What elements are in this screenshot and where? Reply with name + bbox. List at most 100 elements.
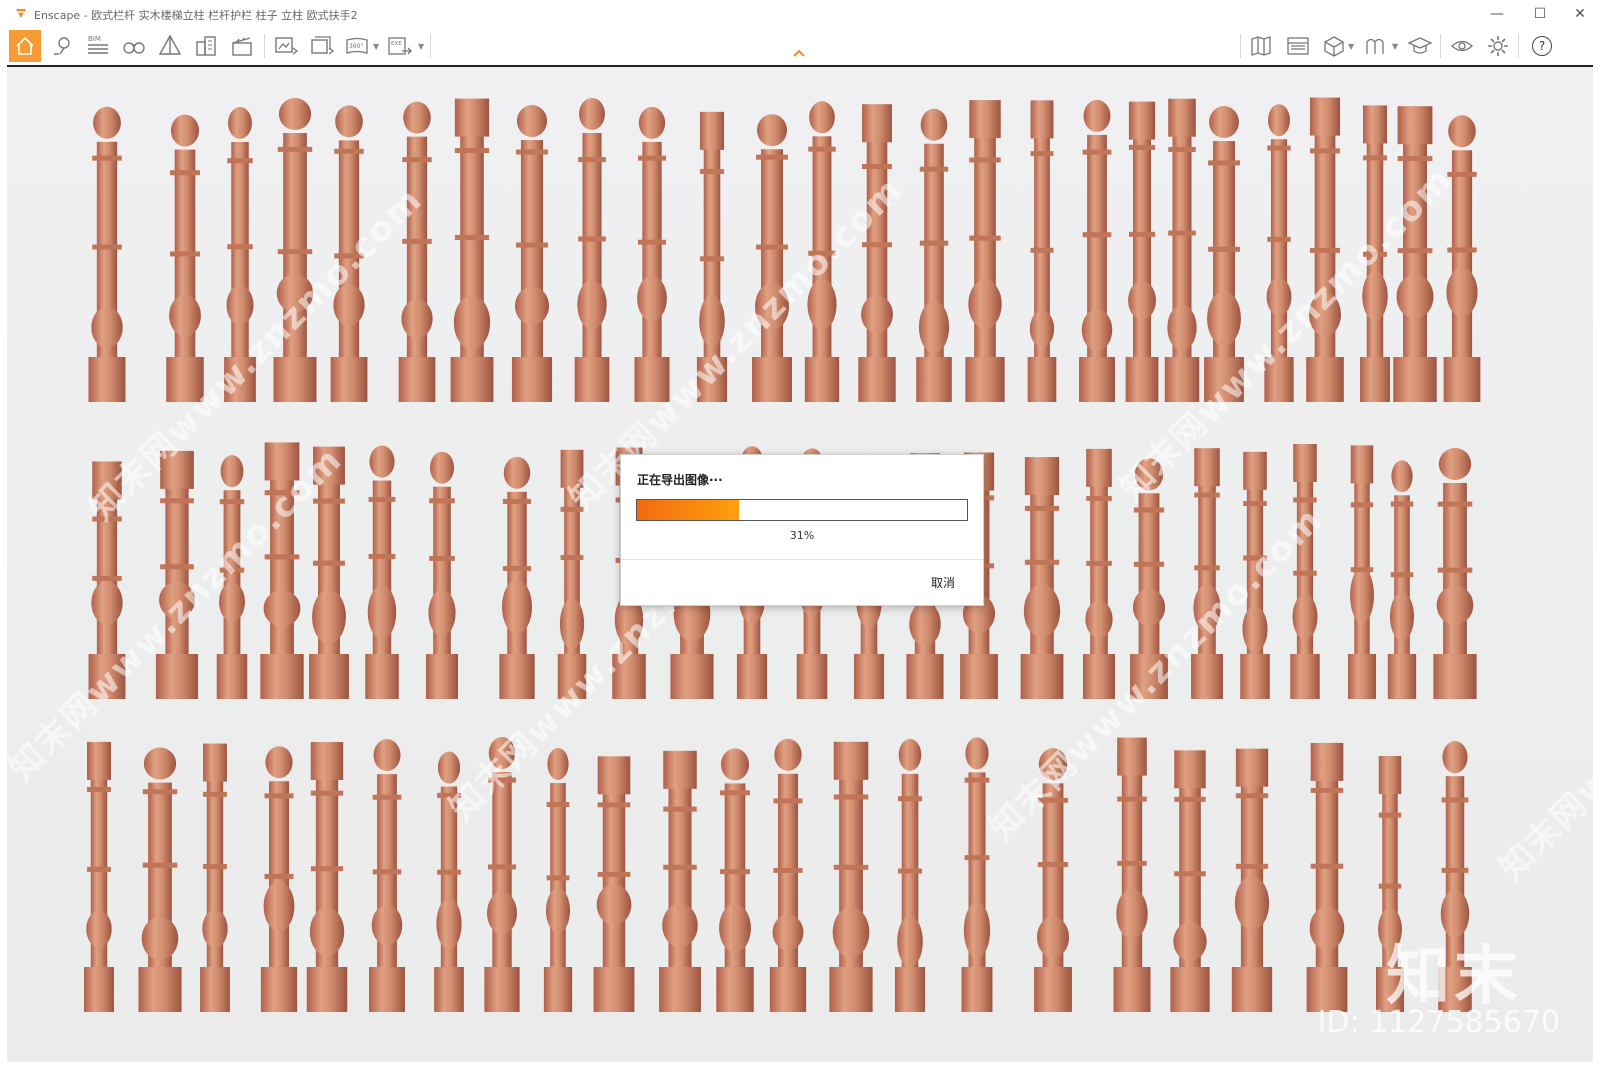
bim-icon: BIM <box>88 35 108 54</box>
view-visibility-button[interactable] <box>1446 30 1478 62</box>
settings-button[interactable] <box>1482 30 1514 62</box>
asset-library-button[interactable] <box>1282 30 1314 62</box>
home-icon <box>16 36 34 55</box>
location-icon <box>54 37 70 55</box>
baluster <box>1231 748 1273 1012</box>
graduation-icon <box>1407 37 1433 54</box>
baluster <box>1387 460 1417 699</box>
baluster <box>365 445 399 699</box>
znzmo-logo-watermark: 知末 <box>1386 940 1522 1014</box>
baluster <box>829 741 873 1012</box>
binoculars-button[interactable] <box>118 30 150 62</box>
id-watermark: ID: 1127585670 <box>1317 1005 1560 1040</box>
baluster <box>306 742 348 1012</box>
chevron-up-icon[interactable] <box>792 46 806 60</box>
exe-export-icon: EXE <box>388 37 412 55</box>
cancel-button[interactable]: 取消 <box>931 574 955 591</box>
binoculars-icon <box>123 42 145 54</box>
home-button[interactable] <box>9 30 41 62</box>
close-button[interactable]: ✕ <box>1560 2 1600 26</box>
bim-button[interactable]: BIM <box>82 30 114 62</box>
baluster <box>166 114 204 402</box>
baluster <box>398 101 436 402</box>
svg-text:EXE: EXE <box>391 41 402 47</box>
baluster <box>1079 99 1115 402</box>
baluster <box>499 456 535 699</box>
svg-text:360°: 360° <box>349 43 363 50</box>
location-button[interactable] <box>46 30 78 62</box>
baluster <box>369 739 405 1012</box>
baluster <box>659 750 701 1012</box>
baluster <box>260 746 298 1012</box>
learn-button[interactable] <box>1404 30 1436 62</box>
baluster <box>916 108 952 402</box>
baluster <box>1347 445 1377 699</box>
export-dropdown-icon[interactable]: ▼ <box>418 42 424 51</box>
baluster <box>634 106 670 402</box>
baluster <box>593 756 635 1012</box>
baluster <box>894 738 926 1012</box>
maximize-button[interactable]: ☐ <box>1520 2 1560 26</box>
baluster <box>1443 115 1481 402</box>
baluster <box>716 748 754 1012</box>
progress-fill <box>637 500 740 520</box>
toolbar-separator <box>1518 34 1519 58</box>
toolbar-separator <box>264 34 265 58</box>
export-progress-dialog: 正在导出图像··· 31% 取消 <box>620 454 984 606</box>
baluster <box>1306 742 1348 1012</box>
baluster <box>200 743 230 1012</box>
screenshot-button[interactable] <box>270 30 302 62</box>
toolbar-separator <box>1440 34 1441 58</box>
atmosphere-button[interactable] <box>1360 30 1392 62</box>
title-bar[interactable]: Enscape - 欧式栏杆 实木楼梯立柱 栏杆护栏 柱子 立柱 欧式扶手2 —… <box>0 0 1600 28</box>
toolbar-separator <box>430 34 431 58</box>
baluster <box>1290 443 1320 699</box>
screenshot-icon <box>275 37 299 55</box>
asset-library-icon <box>1287 37 1309 55</box>
buildings-button[interactable] <box>190 30 222 62</box>
perspective-icon <box>158 34 182 55</box>
baluster <box>1027 100 1057 402</box>
panorama-dropdown-icon[interactable]: ▼ <box>373 42 379 51</box>
baluster <box>1113 737 1151 1012</box>
svg-text:BIM: BIM <box>88 35 101 43</box>
map-button[interactable] <box>1246 30 1278 62</box>
baluster <box>574 97 610 402</box>
enscape-logo-icon <box>16 9 26 18</box>
atmosphere-icon <box>1366 38 1384 54</box>
cube-icon <box>1324 36 1344 57</box>
buildings-icon <box>196 36 216 56</box>
panorama-button[interactable]: 360° <box>342 30 374 62</box>
atmosphere-dropdown-icon[interactable]: ▼ <box>1392 42 1398 51</box>
baluster <box>88 106 126 402</box>
video-editor-button[interactable] <box>226 30 258 62</box>
baluster <box>138 747 182 1012</box>
baluster <box>511 105 553 402</box>
settings-icon <box>1488 36 1508 56</box>
clapper-icon <box>232 37 252 56</box>
baluster <box>543 747 573 1012</box>
help-button[interactable]: ? <box>1526 30 1558 62</box>
batch-render-button[interactable] <box>306 30 338 62</box>
baluster <box>84 741 114 1012</box>
progress-bar <box>636 499 968 521</box>
baluster <box>961 737 993 1012</box>
dialog-title: 正在导出图像··· <box>637 473 723 487</box>
baluster <box>769 738 807 1012</box>
dialog-divider <box>621 559 983 560</box>
baluster <box>1164 98 1200 402</box>
baluster <box>1170 750 1210 1012</box>
perspective-button[interactable] <box>154 30 186 62</box>
eye-icon <box>1451 40 1473 52</box>
baluster <box>965 100 1005 402</box>
baluster <box>1125 101 1159 402</box>
minimize-button[interactable]: — <box>1477 2 1517 26</box>
baluster <box>1433 447 1477 699</box>
cube-dropdown-icon[interactable]: ▼ <box>1348 42 1354 51</box>
help-icon: ? <box>1532 36 1552 56</box>
window-title: Enscape - 欧式栏杆 实木楼梯立柱 栏杆护栏 柱子 立柱 欧式扶手2 <box>34 9 358 22</box>
enscape-window: Enscape - 欧式栏杆 实木楼梯立柱 栏杆护栏 柱子 立柱 欧式扶手2 —… <box>0 0 1600 1065</box>
progress-percent-label: 31% <box>789 529 815 542</box>
exe-export-button[interactable]: EXE <box>384 30 416 62</box>
cube-button[interactable] <box>1318 30 1350 62</box>
